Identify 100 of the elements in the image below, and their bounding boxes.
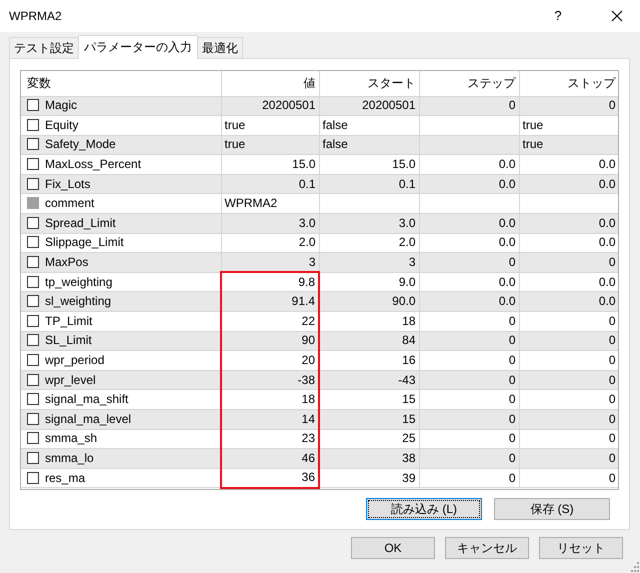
- resize-grip-icon[interactable]: [629, 562, 639, 572]
- table-cell: 38: [319, 448, 419, 468]
- table-cell: 0: [519, 468, 618, 488]
- parameter-name: wpr_level: [45, 372, 96, 387]
- table-cell: 0: [519, 350, 618, 370]
- table-cell: 15: [319, 410, 419, 430]
- table-cell: 0: [419, 331, 519, 351]
- checkbox[interactable]: [27, 138, 39, 150]
- dialog-button[interactable]: OK: [351, 537, 435, 559]
- table-cell: 0: [419, 410, 519, 430]
- table-cell: 0: [519, 370, 618, 390]
- window-title: WPRMA2: [9, 8, 63, 25]
- table-cell: -38: [221, 370, 319, 390]
- table-cell: true: [519, 135, 618, 155]
- checkbox[interactable]: [27, 256, 39, 268]
- parameter-name: signal_ma_level: [45, 412, 132, 426]
- checkbox[interactable]: [27, 354, 39, 366]
- parameter-name: Spread_Limit: [45, 216, 116, 230]
- checkbox[interactable]: [27, 276, 39, 288]
- checkbox[interactable]: [27, 236, 39, 248]
- checkbox[interactable]: [27, 393, 39, 406]
- parameter-name: SL_Limit: [45, 333, 92, 348]
- table-cell: 0.0: [419, 214, 519, 234]
- table-cell: 18: [319, 312, 419, 332]
- table-cell: 0.0: [519, 214, 618, 234]
- checkbox[interactable]: [27, 216, 39, 229]
- panel-button[interactable]: 読み込み (L): [366, 498, 482, 520]
- table-cell: 0.0: [419, 292, 519, 312]
- checkbox[interactable]: [27, 178, 39, 190]
- parameter-name: Fix_Lots: [45, 176, 90, 191]
- checkbox[interactable]: [27, 99, 39, 112]
- parameter-name: TP_Limit: [45, 314, 92, 328]
- parameter-name: smma_sh: [45, 431, 98, 446]
- checkbox[interactable]: [27, 118, 39, 131]
- table-cell: 16: [319, 350, 419, 370]
- table-cell: 84: [319, 331, 419, 351]
- table-cell: 0: [419, 96, 519, 116]
- table-cell: false: [319, 135, 419, 155]
- table-cell: 0.0: [419, 174, 519, 194]
- parameter-name: smma_lo: [45, 450, 94, 465]
- parameter-name: sl_weighting: [45, 294, 112, 308]
- checkbox[interactable]: [27, 412, 39, 425]
- table-cell: 90: [221, 331, 319, 351]
- table-cell: 0: [519, 252, 618, 272]
- table-cell: 0: [419, 350, 519, 370]
- tab[interactable]: 最適化: [197, 37, 243, 58]
- table-cell: 0: [419, 468, 519, 488]
- table-cell: 3: [319, 252, 419, 272]
- close-icon[interactable]: [611, 10, 623, 22]
- table-cell: 0.1: [221, 174, 319, 194]
- table-cell: 0: [519, 312, 618, 332]
- checkbox[interactable]: [27, 432, 39, 444]
- column-header[interactable]: 変数: [21, 71, 221, 96]
- column-header[interactable]: 値: [221, 71, 319, 96]
- column-header[interactable]: ストップ: [519, 71, 618, 96]
- table-cell: false: [319, 116, 419, 136]
- table-cell: 0.0: [519, 292, 618, 312]
- checkbox[interactable]: [27, 334, 39, 346]
- checkbox[interactable]: [27, 314, 39, 327]
- panel-button[interactable]: 保存 (S): [494, 498, 610, 520]
- checkbox[interactable]: [27, 452, 39, 464]
- column-header[interactable]: スタート: [319, 71, 419, 96]
- tab[interactable]: テスト設定: [9, 37, 79, 58]
- table-cell: 3.0: [221, 214, 319, 234]
- checkbox[interactable]: [27, 158, 39, 170]
- parameter-name: tp_weighting: [45, 274, 112, 289]
- table-cell: 0.1: [319, 174, 419, 194]
- table-cell: 39: [319, 468, 419, 488]
- dialog-button[interactable]: キャンセル: [445, 537, 529, 559]
- parameter-name: res_ma: [45, 470, 86, 485]
- table-cell: 0: [519, 96, 618, 116]
- table-cell: 0: [419, 312, 519, 332]
- parameter-name: wpr_period: [45, 353, 104, 368]
- table-cell: 0.0: [519, 154, 618, 174]
- table-cell: 3.0: [319, 214, 419, 234]
- parameter-name: comment: [45, 196, 94, 210]
- table-cell: 0: [519, 331, 618, 351]
- table-cell: 36: [221, 468, 319, 488]
- dialog-button[interactable]: リセット: [539, 537, 623, 559]
- table-cell: 15.0: [221, 154, 319, 174]
- checkbox[interactable]: [27, 295, 39, 308]
- table-cell: 15.0: [319, 154, 419, 174]
- table-cell: 0: [419, 448, 519, 468]
- table-cell: true: [519, 116, 618, 136]
- parameter-name: Magic: [45, 98, 78, 112]
- parameter-name: MaxPos: [45, 255, 88, 270]
- help-button[interactable]: ?: [548, 6, 568, 26]
- table-cell: 46: [221, 448, 319, 468]
- table-cell: 0.0: [419, 154, 519, 174]
- table-cell: 0: [519, 448, 618, 468]
- table-cell: 0: [419, 252, 519, 272]
- checkbox[interactable]: [27, 472, 39, 484]
- checkbox[interactable]: [27, 374, 39, 386]
- column-header[interactable]: ステップ: [419, 71, 519, 96]
- tab[interactable]: パラメーターの入力: [78, 35, 198, 59]
- parameter-name: Safety_Mode: [45, 137, 116, 152]
- table-cell: 0: [519, 410, 618, 430]
- table-cell: 90.0: [319, 292, 419, 312]
- table-cell: 20200501: [221, 96, 319, 116]
- parameter-name: Slippage_Limit: [45, 235, 124, 250]
